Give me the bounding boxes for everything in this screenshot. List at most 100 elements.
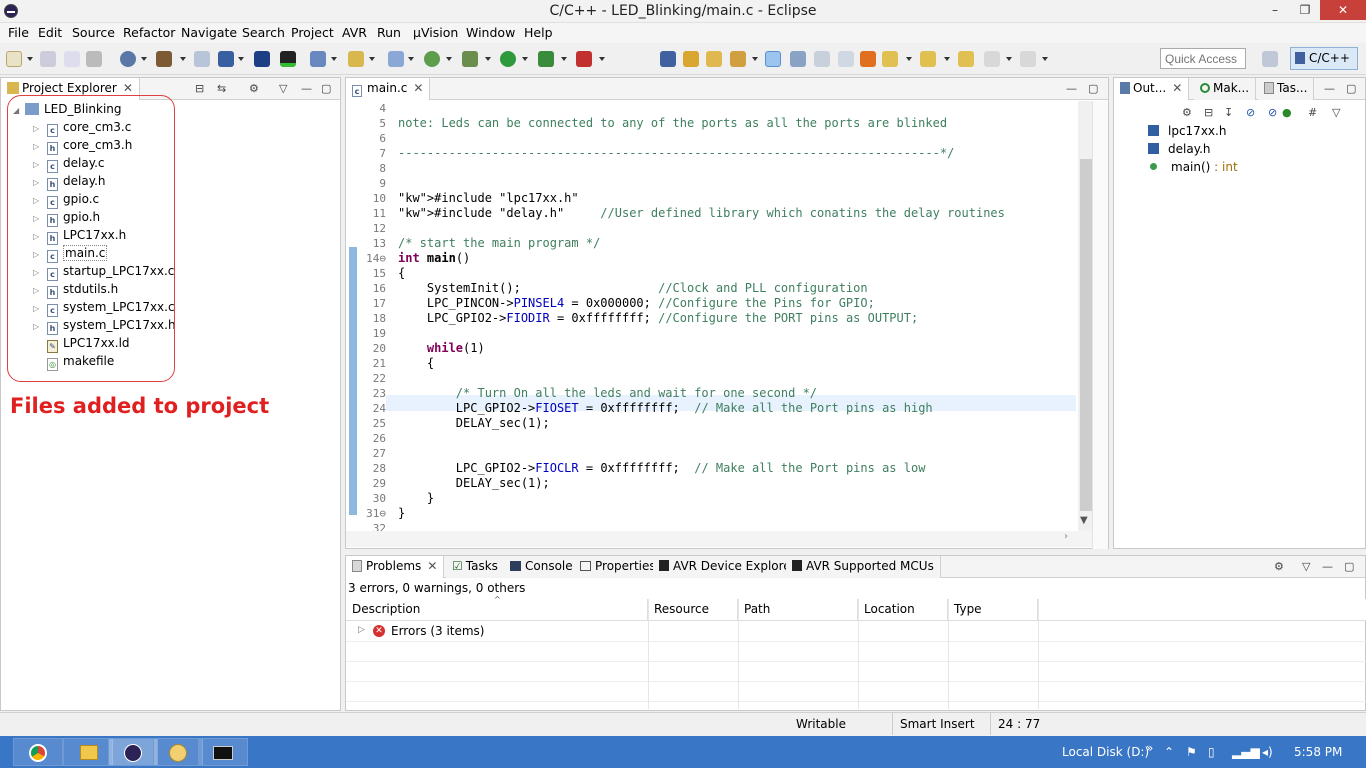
new-project-icon[interactable] — [310, 51, 326, 67]
hide-fields-icon[interactable]: ⊘ — [1246, 106, 1255, 119]
menu-edit[interactable]: Edit — [38, 25, 62, 40]
code-line[interactable]: LPC_GPIO2->FIODIR = 0xffffffff; //Config… — [398, 311, 918, 325]
collapsed-arrow-icon[interactable]: ▷ — [358, 625, 365, 635]
maximize-editor-icon[interactable]: ▢ — [1088, 82, 1098, 95]
explorer-taskbar-button[interactable] — [63, 738, 113, 766]
highlight-icon[interactable] — [765, 51, 781, 67]
cmd-taskbar-button[interactable] — [198, 738, 248, 766]
save-all-icon[interactable] — [64, 51, 80, 67]
column-path[interactable]: Path — [738, 599, 858, 621]
tab-make-target[interactable]: Mak... — [1194, 78, 1257, 100]
open-type-icon[interactable] — [683, 51, 699, 67]
column-type[interactable]: Type — [948, 599, 1038, 621]
minimize-view-icon[interactable]: — — [1322, 560, 1333, 573]
new-class-icon[interactable] — [424, 51, 440, 67]
table-row[interactable]: ▷ ✕ Errors (3 items) — [346, 622, 1366, 642]
debug-icon[interactable] — [462, 51, 478, 67]
code-line[interactable]: LPC_PINCON->PINSEL4 = 0x000000; //Config… — [398, 296, 875, 310]
horizontal-scrollbar[interactable]: › — [346, 531, 1092, 547]
tab-tasks[interactable]: Tas... — [1258, 78, 1315, 100]
column-location[interactable]: Location — [858, 599, 948, 621]
code-line[interactable]: LPC_GPIO2->FIOCLR = 0xffffffff; // Make … — [398, 461, 926, 475]
code-line[interactable]: DELAY_sec(1); — [398, 416, 550, 430]
view-dropdown-icon[interactable]: ▽ — [1332, 106, 1340, 119]
vertical-scrollbar[interactable]: ▼ — [1078, 101, 1092, 531]
show-hidden-icons-icon[interactable]: ⌃ — [1164, 745, 1174, 759]
tab-tasks[interactable]: ☑ Tasks — [446, 556, 505, 578]
view-dropdown-icon[interactable]: ▽ — [279, 82, 287, 95]
whitespace-icon[interactable] — [838, 51, 854, 67]
tab-avr-device-explorer[interactable]: AVR Device Explorer — [653, 556, 803, 578]
tab-main-c[interactable]: c main.c ✕ — [346, 78, 431, 100]
tab-problems[interactable]: Problems ✕ — [346, 556, 445, 578]
code-line[interactable]: LPC_GPIO2->FIOSET = 0xffffffff; // Make … — [398, 401, 933, 415]
close-button[interactable]: ✕ — [1320, 0, 1366, 20]
close-tab-icon[interactable]: ✕ — [413, 81, 423, 95]
volume-icon[interactable]: ◂) — [1262, 745, 1273, 759]
menu-file[interactable]: File — [8, 25, 29, 40]
paint-taskbar-button[interactable] — [153, 738, 203, 766]
stop-icon[interactable] — [860, 51, 876, 67]
code-line[interactable]: ----------------------------------------… — [398, 146, 954, 160]
code-line[interactable]: { — [398, 266, 405, 280]
run-external-icon[interactable] — [538, 51, 554, 67]
uvision-icon[interactable] — [254, 51, 270, 67]
maximize-view-icon[interactable]: ▢ — [321, 82, 331, 95]
back-icon[interactable] — [984, 51, 1000, 67]
quick-access-input[interactable] — [1160, 48, 1246, 69]
sort-icon[interactable]: ↧ — [1224, 106, 1233, 119]
menu-window[interactable]: Window — [466, 25, 515, 40]
external-tools-icon[interactable] — [576, 51, 592, 67]
view-menu-icon[interactable]: ⚙ — [249, 82, 259, 95]
settings-icon[interactable]: ⚙ — [1182, 106, 1192, 119]
tab-console[interactable]: Console — [504, 556, 580, 578]
new-folder-icon[interactable] — [348, 51, 364, 67]
code-line[interactable]: SystemInit(); //Clock and PLL configurat… — [398, 281, 868, 295]
load-icon[interactable] — [218, 51, 234, 67]
new-icon[interactable] — [6, 51, 22, 67]
hammer-build-icon[interactable] — [156, 51, 172, 67]
taskbar-disk-label[interactable]: Local Disk (D:) — [1062, 745, 1149, 759]
close-tab-icon[interactable]: ✕ — [427, 559, 437, 573]
code-line[interactable]: } — [398, 491, 434, 505]
code-line[interactable]: int main() — [398, 251, 470, 265]
close-tab-icon[interactable]: ✕ — [123, 81, 133, 95]
menu-run[interactable]: Run — [377, 25, 401, 40]
prev-annotation-icon[interactable] — [920, 51, 936, 67]
code-line[interactable]: { — [398, 356, 434, 370]
binary-icon[interactable] — [194, 51, 210, 67]
taskbar-clock[interactable]: 5:58 PM — [1294, 745, 1342, 759]
code-line[interactable]: while(1) — [398, 341, 485, 355]
tab-properties[interactable]: Properties — [574, 556, 663, 578]
menu-help[interactable]: Help — [524, 25, 553, 40]
maximize-view-icon[interactable]: ▢ — [1346, 82, 1356, 95]
tab-outline[interactable]: Out... ✕ — [1114, 78, 1190, 100]
network-signal-icon[interactable]: ▂▄▆ — [1232, 745, 1260, 759]
open-perspective-icon[interactable] — [1262, 51, 1278, 67]
hide-nonpublic-icon[interactable]: ● — [1282, 106, 1292, 119]
build-configuration-icon[interactable] — [120, 51, 136, 67]
view-dropdown-icon[interactable]: ▽ — [1302, 560, 1310, 573]
tab-avr-supported-mcus[interactable]: AVR Supported MCUs — [786, 556, 941, 578]
code-line[interactable]: /* Turn On all the leds and wait for one… — [398, 386, 817, 400]
search-references-icon[interactable] — [660, 51, 676, 67]
scrollbar-thumb[interactable] — [1080, 159, 1092, 511]
forward-icon[interactable] — [1020, 51, 1036, 67]
battery-icon[interactable]: ▯ — [1208, 745, 1215, 759]
code-line[interactable]: "kw">#include "lpc17xx.h" — [398, 191, 579, 205]
outline-item[interactable]: lpc17xx.h — [1148, 124, 1226, 142]
next-annotation-icon[interactable] — [882, 51, 898, 67]
code-area[interactable]: 4 5 note: Leds can be connected to any of … — [358, 101, 1078, 535]
code-line[interactable]: /* start the main program */ — [398, 236, 600, 250]
collapse-icon[interactable]: ⊟ — [1204, 106, 1213, 119]
maximize-button[interactable]: ❐ — [1290, 0, 1320, 20]
taskbar-chevron-icon[interactable]: » — [1146, 741, 1153, 755]
menu-source[interactable]: Source — [72, 25, 115, 40]
outline-item[interactable]: delay.h — [1148, 142, 1211, 160]
link-editor-icon[interactable]: ⇆ — [217, 82, 226, 95]
column-resource[interactable]: Resource — [648, 599, 738, 621]
open-element-icon[interactable] — [706, 51, 722, 67]
perspective-cpp-button[interactable]: C/C++ — [1290, 47, 1358, 70]
print-icon[interactable] — [86, 51, 102, 67]
menu-refactor[interactable]: Refactor — [123, 25, 175, 40]
